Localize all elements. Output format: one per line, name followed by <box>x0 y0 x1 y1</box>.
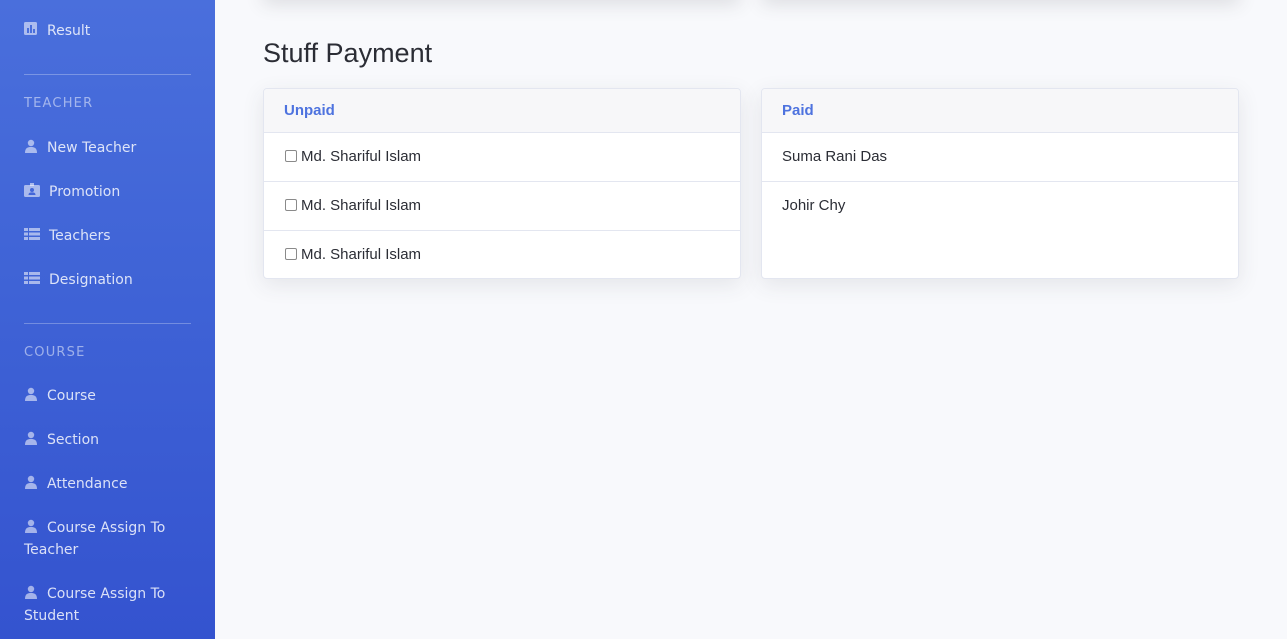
id-card-icon <box>24 183 40 197</box>
staff-name: Md. Shariful Islam <box>301 148 422 165</box>
sidebar-item-promotion[interactable]: Promotion <box>24 181 199 203</box>
staff-name: Md. Shariful Islam <box>301 246 422 263</box>
chart-icon <box>24 22 37 35</box>
sidebar-item-label: Promotion <box>49 184 121 200</box>
payment-checkbox[interactable] <box>285 248 297 260</box>
list-item: Md. Shariful Islam <box>264 231 740 278</box>
sidebar-item-label: Course <box>47 388 96 404</box>
sidebar-heading-teacher: TEACHER <box>24 96 94 111</box>
list-item: Suma Rani Das <box>762 133 1238 182</box>
user-icon <box>25 431 37 445</box>
user-icon <box>25 475 37 489</box>
sidebar-item-teachers[interactable]: Teachers <box>24 225 199 247</box>
user-icon <box>25 585 37 599</box>
user-icon <box>25 139 37 153</box>
sidebar-divider <box>24 74 191 75</box>
staff-name: Md. Shariful Islam <box>301 197 422 214</box>
sidebar-divider <box>24 323 191 324</box>
sidebar-item-label: Course Assign To <box>47 586 166 602</box>
staff-name: Suma Rani Das <box>782 148 888 165</box>
sidebar-item-label: Result <box>47 23 91 39</box>
payment-checkbox[interactable] <box>285 199 297 211</box>
list-item: Johir Chy <box>762 182 1238 231</box>
sidebar-item-section[interactable]: Section <box>24 429 199 451</box>
sidebar-item-label: Teachers <box>49 228 111 244</box>
sidebar-item-course-assign-student[interactable]: Course Assign To Student <box>24 583 199 627</box>
staff-name: Johir Chy <box>782 197 846 214</box>
paid-card: Paid Suma Rani Das Johir Chy <box>761 88 1239 279</box>
unpaid-card-header: Unpaid <box>264 89 740 133</box>
sidebar-item-label: Course Assign To <box>47 520 166 536</box>
user-icon <box>25 387 37 401</box>
user-icon <box>25 519 37 533</box>
list-icon <box>24 228 40 240</box>
sidebar-item-label: Student <box>24 608 80 624</box>
sidebar-item-course-assign-teacher[interactable]: Course Assign To Teacher <box>24 517 199 561</box>
sidebar-item-course[interactable]: Course <box>24 385 199 407</box>
sidebar-item-result[interactable]: Result <box>24 20 199 42</box>
sidebar-item-designation[interactable]: Designation <box>24 269 199 291</box>
paid-card-header: Paid <box>762 89 1238 133</box>
page-title: Stuff Payment <box>263 38 433 68</box>
sidebar-item-label: Section <box>47 432 100 448</box>
unpaid-card: Unpaid Md. Shariful Islam Md. Shariful I… <box>263 88 741 279</box>
sidebar-item-label: Teacher <box>24 542 79 558</box>
payment-checkbox[interactable] <box>285 150 297 162</box>
sidebar-item-label: New Teacher <box>47 140 137 156</box>
sidebar: Result TEACHER New Teacher Promotion Tea… <box>0 0 215 639</box>
list-item: Md. Shariful Islam <box>264 133 740 182</box>
sidebar-heading-course: COURSE <box>24 345 86 360</box>
list-icon <box>24 272 40 284</box>
sidebar-item-attendance[interactable]: Attendance <box>24 473 199 495</box>
sidebar-item-label: Designation <box>49 272 133 288</box>
sidebar-item-label: Attendance <box>47 476 128 492</box>
sidebar-item-new-teacher[interactable]: New Teacher <box>24 137 199 159</box>
list-item: Md. Shariful Islam <box>264 182 740 231</box>
